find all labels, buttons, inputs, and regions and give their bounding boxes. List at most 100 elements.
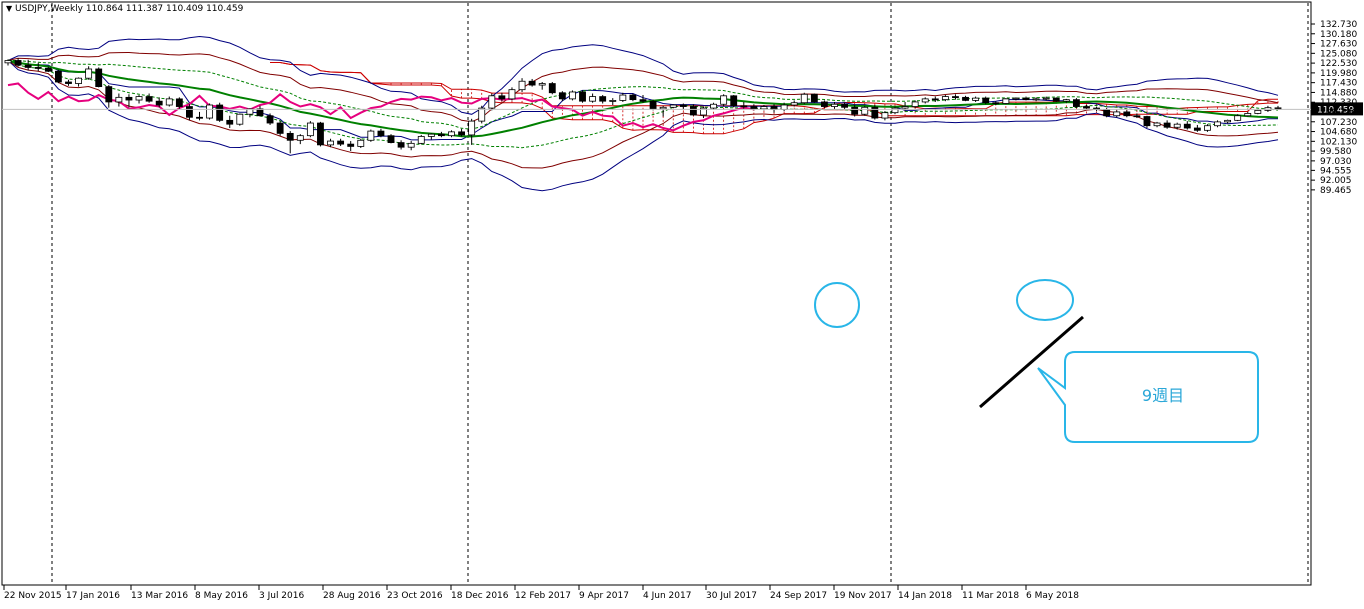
candle-body (327, 140, 334, 146)
date-tick-label: 17 Jan 2016 (66, 591, 120, 601)
candle-body (790, 102, 798, 106)
candle-body (972, 97, 980, 101)
candle-body (155, 100, 163, 106)
candle-body (659, 106, 667, 110)
candle-body (1052, 97, 1060, 102)
candle-body (992, 102, 1000, 105)
candle-body (548, 83, 556, 94)
candle-body (306, 122, 314, 137)
candle-body (599, 96, 607, 102)
candle-body (488, 95, 496, 109)
candle-body (175, 98, 183, 107)
candle-body (1062, 99, 1070, 102)
candle-body (891, 107, 899, 114)
candle-body (508, 89, 516, 100)
price-tick-label: 89.465 (1320, 186, 1352, 196)
candle-body (558, 92, 566, 100)
price-tick-label: 119.980 (1320, 69, 1357, 79)
candle-body (95, 68, 103, 88)
candle-body (1103, 109, 1111, 117)
candle-body (619, 94, 627, 101)
candle-body (1022, 97, 1030, 101)
candle-body (206, 104, 214, 119)
candle-body (1204, 125, 1211, 131)
candle-body (1153, 122, 1161, 127)
candle-body (75, 77, 82, 84)
candle-body (357, 139, 365, 147)
candle-body (1224, 119, 1232, 123)
symbol-info: USDJPY,Weekly 110.864 111.387 110.409 11… (15, 4, 244, 14)
candle-body (407, 142, 415, 148)
date-tick-label: 13 Mar 2016 (131, 591, 188, 601)
candle-body (1193, 127, 1201, 131)
price-tick-label: 122.530 (1320, 59, 1357, 69)
candle-body (952, 96, 959, 98)
header-row: ▼ USDJPY,Weekly 110.864 111.387 110.409 … (6, 4, 243, 14)
candle-body (196, 116, 203, 119)
candle-body (427, 133, 435, 137)
candle-body (186, 106, 193, 118)
date-tick-label: 4 Jun 2017 (643, 591, 691, 601)
candle-body (417, 136, 425, 144)
candle-body (317, 122, 324, 146)
candle-body (881, 112, 889, 119)
date-tick-label: 28 Aug 2016 (323, 591, 381, 601)
candle-body (810, 93, 818, 103)
price-chart[interactable]: 132.730130.180127.630125.080122.530119.9… (0, 0, 1364, 609)
candle-body (901, 106, 909, 109)
candle-body (831, 103, 838, 107)
candle-body (165, 98, 173, 106)
date-tick-label: 23 Oct 2016 (387, 591, 443, 601)
date-tick-label: 14 Jan 2018 (898, 591, 952, 601)
price-tick-label: 107.230 (1320, 118, 1357, 128)
date-tick-label: 18 Dec 2016 (451, 591, 509, 601)
candle-body (609, 100, 617, 102)
candle-body (941, 96, 949, 101)
candle-body (14, 60, 22, 66)
candle-body (921, 98, 929, 103)
candle-body (44, 67, 52, 72)
candle-body (337, 140, 345, 145)
candle-body (367, 130, 375, 141)
candle-body (1042, 97, 1050, 100)
chart-area[interactable]: 132.730 130.180 127.630 125.080 122.530 119.9… (0, 0, 1364, 609)
price-tick-label: 94.555 (1320, 166, 1352, 176)
price-tick-label: 109.780 (1320, 108, 1357, 118)
candle-body (468, 120, 476, 136)
candle-body (1173, 123, 1181, 128)
candle-body (1032, 98, 1040, 101)
candle-body (528, 80, 536, 86)
candle-body (962, 96, 969, 101)
date-tick-label: 22 Nov 2015 (4, 591, 62, 601)
candle-body (689, 106, 697, 116)
candle-body (115, 96, 123, 103)
candle-body (518, 80, 526, 91)
candle-body (437, 133, 445, 137)
candle-body (740, 105, 748, 108)
candle-body (1002, 98, 1010, 104)
candle-body (851, 106, 859, 115)
candle-body (236, 113, 244, 125)
candle-body (931, 98, 939, 101)
candle-body (861, 106, 869, 115)
price-tick-label: 102.130 (1320, 137, 1357, 147)
candle-body (1214, 121, 1221, 127)
chart-background (0, 0, 1364, 609)
price-tick-label: 99.580 (1320, 147, 1352, 157)
candle-body (821, 101, 828, 107)
candle-body (448, 131, 455, 137)
candle-body (24, 64, 32, 68)
candle-body (589, 96, 597, 102)
triangle-down-icon[interactable]: ▼ (6, 4, 12, 13)
date-tick-label: 9 Apr 2017 (579, 591, 629, 601)
candle-body (569, 91, 576, 100)
candle-body (1244, 113, 1252, 117)
candle-body (911, 101, 919, 107)
candle-body (841, 103, 849, 108)
candle-body (1163, 122, 1171, 128)
date-tick-label: 30 Jul 2017 (706, 591, 757, 601)
candle-body (498, 95, 506, 100)
candle-body (760, 106, 768, 110)
candle-body (750, 106, 758, 110)
candle-body (730, 95, 738, 107)
